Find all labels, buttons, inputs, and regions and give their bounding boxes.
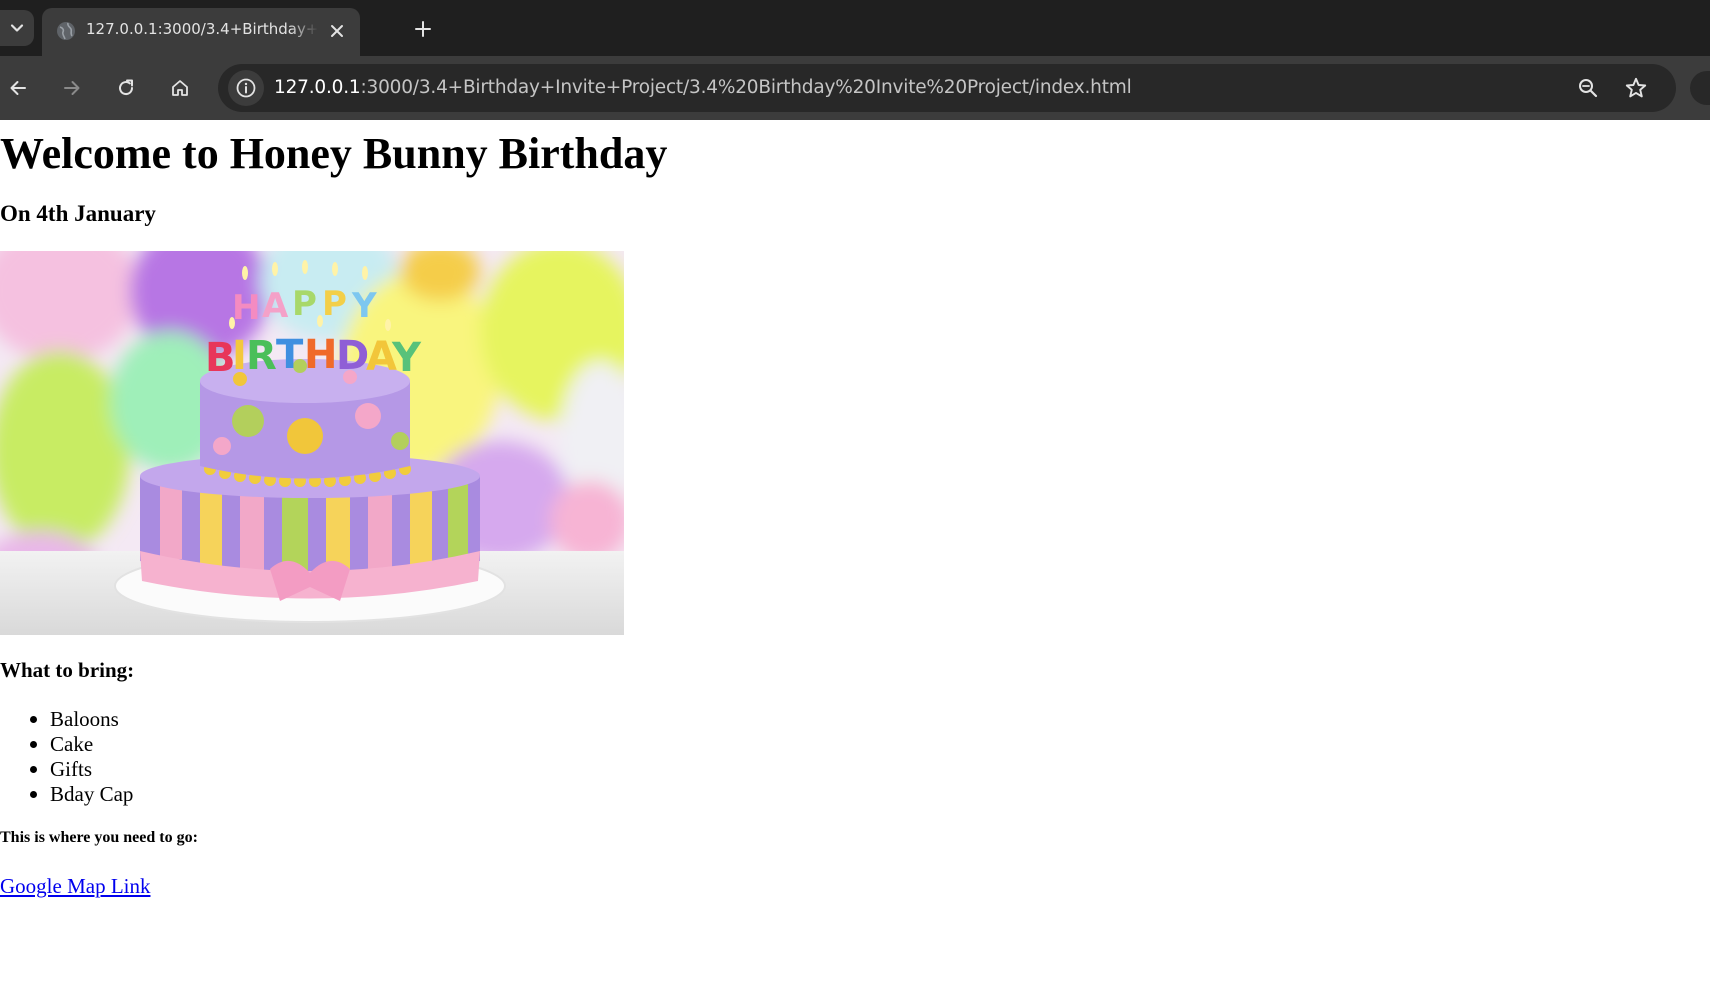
directions-heading: This is where you need to go: (0, 829, 198, 846)
close-icon (331, 25, 343, 37)
globe-icon (57, 22, 75, 40)
profile-button[interactable] (1690, 71, 1710, 105)
url-path: :3000/3.4+Birthday+Invite+Project/3.4%20… (360, 77, 1132, 98)
page-content: Welcome to Honey Bunny Birthday On 4th J… (0, 120, 1710, 982)
page-title: Welcome to Honey Bunny Birthday (0, 129, 668, 178)
svg-text:T: T (276, 332, 304, 378)
browser-toolbar: 127.0.0.1:3000/3.4+Birthday+Invite+Proje… (0, 56, 1710, 120)
bring-heading: What to bring: (0, 658, 135, 682)
home-icon (172, 80, 188, 96)
page-subtitle: On 4th January (0, 201, 156, 226)
svg-text:A: A (262, 286, 289, 326)
plus-icon (415, 21, 431, 37)
reload-icon (119, 79, 134, 96)
svg-text:Y: Y (391, 335, 422, 381)
browser-tab-active[interactable]: 127.0.0.1:3000/3.4+Birthday+Invite+Proje… (42, 8, 360, 56)
svg-text:H: H (304, 332, 337, 378)
back-button[interactable] (3, 73, 33, 103)
url-host: 127.0.0.1 (274, 77, 361, 98)
close-tab-button[interactable] (326, 20, 348, 42)
url-text: 127.0.0.1:3000/3.4+Birthday+Invite+Proje… (274, 77, 1132, 101)
new-tab-button[interactable] (410, 16, 436, 42)
list-item-text: Cake (50, 732, 94, 756)
svg-text:P: P (292, 284, 317, 324)
forward-button[interactable] (57, 73, 87, 103)
bullet (30, 716, 37, 723)
chevron-down-icon (10, 24, 24, 32)
zoom-icon (1579, 79, 1598, 98)
bullet (30, 766, 37, 773)
cake-illustration: H A P P Y B I R T H D A Y (0, 251, 624, 635)
list-item: Gifts (0, 757, 133, 782)
bullet (30, 791, 37, 798)
tab-search-button[interactable] (0, 10, 34, 46)
site-info-button[interactable] (228, 70, 264, 106)
svg-text:H: H (232, 288, 260, 328)
tab-title: 127.0.0.1:3000/3.4+Birthday+Invite+Proje… (86, 20, 318, 38)
star-icon (1625, 77, 1647, 98)
svg-text:B: B (205, 335, 236, 381)
list-item-text: Gifts (50, 757, 92, 781)
svg-text:Y: Y (351, 286, 377, 326)
zoom-button[interactable] (1574, 74, 1602, 102)
svg-text:I: I (232, 333, 247, 379)
address-bar[interactable]: 127.0.0.1:3000/3.4+Birthday+Invite+Proje… (218, 64, 1676, 112)
svg-text:R: R (246, 333, 277, 379)
list-item-text: Bday Cap (50, 782, 134, 806)
birthday-cake-image: H A P P Y B I R T H D A Y (0, 251, 624, 635)
arrow-left-icon (10, 81, 26, 95)
google-map-link[interactable]: Google Map Link (0, 874, 150, 899)
reload-button[interactable] (111, 73, 141, 103)
list-item: Bday Cap (0, 782, 133, 807)
svg-text:P: P (322, 284, 347, 324)
list-item-text: Baloons (50, 707, 119, 731)
home-button[interactable] (165, 73, 195, 103)
browser-tabstrip: 127.0.0.1:3000/3.4+Birthday+Invite+Proje… (0, 0, 1710, 56)
arrow-right-icon (64, 81, 80, 95)
bookmark-button[interactable] (1622, 74, 1650, 102)
bring-list: Baloons Cake Gifts Bday Cap (0, 707, 133, 807)
bullet (30, 741, 37, 748)
svg-text:D: D (336, 333, 369, 379)
list-item: Baloons (0, 707, 133, 732)
info-icon (236, 78, 256, 98)
list-item: Cake (0, 732, 133, 757)
